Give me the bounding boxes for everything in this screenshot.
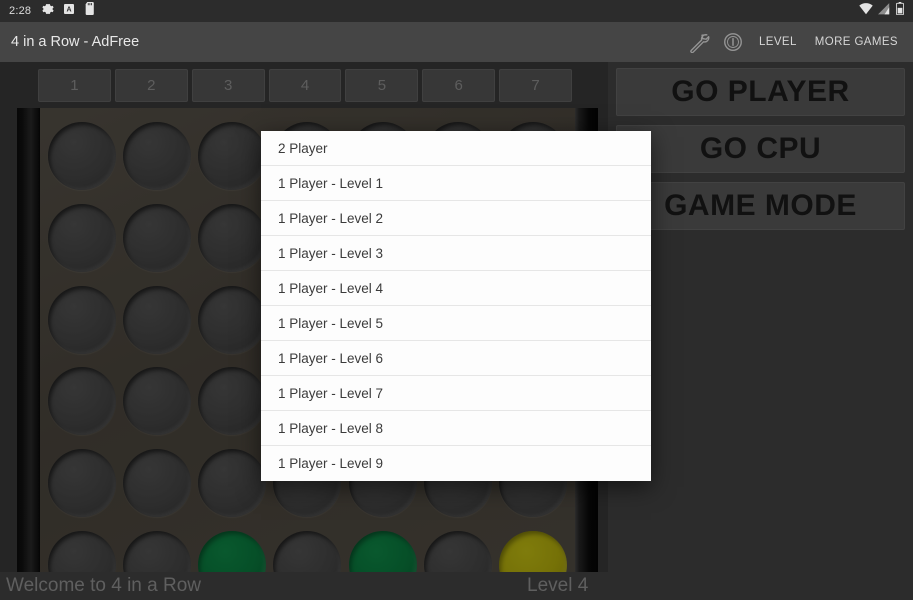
game-mode-dialog: 2 Player 1 Player - Level 11 Player - Lev…: [261, 131, 651, 481]
svg-text:A: A: [67, 7, 72, 14]
dialog-option-9[interactable]: 1 Player - Level 9: [261, 446, 651, 481]
status-system-icons: [859, 2, 904, 20]
dialog-option-1[interactable]: 1 Player - Level 1: [261, 166, 651, 201]
status-notification-icons: A: [42, 2, 96, 20]
battery-icon: [896, 2, 904, 20]
action-bar: 4 in a Row - AdFree LEVEL MORE GAMES: [0, 22, 913, 62]
signal-icon: [878, 2, 891, 20]
dialog-option-3[interactable]: 1 Player - Level 3: [261, 236, 651, 271]
action-level[interactable]: LEVEL: [750, 36, 806, 48]
dialog-option-7[interactable]: 1 Player - Level 7: [261, 376, 651, 411]
action-bar-actions: LEVEL MORE GAMES: [682, 25, 907, 59]
wifi-icon: [859, 2, 873, 20]
app-screen: 1234567 GO PLAYER GO CPU GAME MODE Welco…: [0, 0, 913, 600]
wrench-icon[interactable]: [682, 25, 716, 59]
dialog-option-4[interactable]: 1 Player - Level 4: [261, 271, 651, 306]
dialog-option-5[interactable]: 1 Player - Level 5: [261, 306, 651, 341]
info-circle-icon[interactable]: [716, 25, 750, 59]
action-more-games[interactable]: MORE GAMES: [806, 36, 907, 48]
gear-icon: [42, 2, 54, 20]
page-title: 4 in a Row - AdFree: [11, 34, 140, 50]
dialog-option-8[interactable]: 1 Player - Level 8: [261, 411, 651, 446]
status-clock: 2:28: [9, 5, 32, 17]
dialog-option-6[interactable]: 1 Player - Level 6: [261, 341, 651, 376]
dialog-option-0[interactable]: 2 Player: [261, 131, 651, 166]
a-badge-icon: A: [63, 2, 75, 20]
system-status-bar: 2:28 A: [0, 0, 913, 22]
sdcard-icon: [84, 2, 96, 20]
dialog-option-2[interactable]: 1 Player - Level 2: [261, 201, 651, 236]
